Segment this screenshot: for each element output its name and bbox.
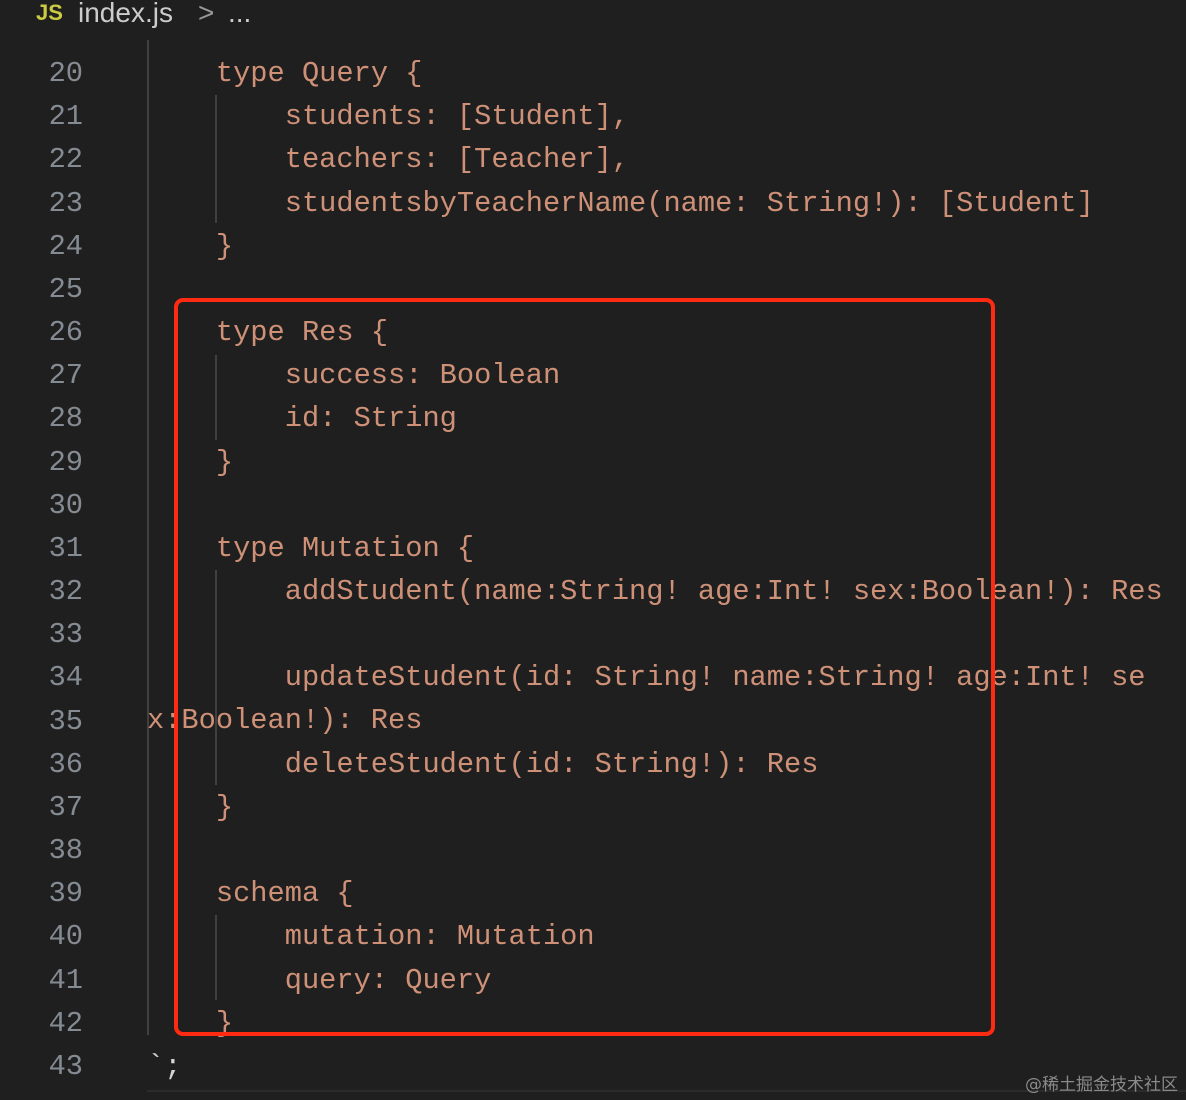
code-text[interactable]: } [147, 225, 1177, 268]
breadcrumb-file[interactable]: index.js [78, 0, 173, 32]
code-text[interactable]: studentsbyTeacherName(name: String!): [S… [147, 182, 1177, 225]
line-number: 39 [48, 877, 83, 911]
line-number: 28 [48, 402, 83, 436]
line-number: 20 [48, 57, 83, 90]
line-number: 22 [48, 143, 83, 177]
breadcrumb-more[interactable]: ... [228, 0, 251, 32]
code-line[interactable]: 23 studentsbyTeacherName(name: String!):… [0, 182, 1186, 225]
line-number: 26 [48, 316, 83, 350]
line-number: 24 [48, 229, 83, 263]
code-text[interactable]: type Query { [147, 52, 1177, 95]
line-number: 23 [48, 186, 83, 220]
line-number: 42 [48, 1006, 83, 1040]
code-line[interactable]: 22 teachers: [Teacher], [0, 138, 1186, 181]
line-number: 36 [48, 747, 83, 781]
code-text[interactable]: students: [Student], [147, 95, 1177, 138]
line-number: 25 [48, 272, 83, 306]
line-number: 32 [48, 575, 83, 609]
line-number: 43 [48, 1049, 83, 1083]
line-number: 38 [48, 834, 83, 868]
watermark: @稀土掘金技术社区 [1025, 1075, 1178, 1095]
line-number: 31 [48, 531, 83, 565]
line-number: 30 [48, 488, 83, 522]
line-number: 34 [48, 661, 83, 695]
line-number: 33 [48, 618, 83, 652]
code-text[interactable]: `; [147, 1045, 1177, 1088]
code-line[interactable]: 21 students: [Student], [0, 95, 1186, 138]
code-line[interactable]: 43 `; [0, 1045, 1186, 1088]
line-number: 41 [48, 963, 83, 997]
line-number: 35 [48, 704, 83, 738]
code-text[interactable]: teachers: [Teacher], [147, 138, 1177, 181]
highlight-box [174, 298, 995, 1036]
line-number: 40 [48, 920, 83, 954]
javascript-file-icon: JS [36, 0, 63, 25]
chevron-right-icon: > [198, 0, 215, 28]
code-line[interactable]: 20 type Query { [0, 52, 1186, 95]
code-line[interactable]: 24 } [0, 225, 1186, 268]
line-number: 29 [48, 445, 83, 479]
line-number: 37 [48, 790, 83, 824]
line-number: 21 [48, 100, 83, 134]
line-number: 27 [48, 359, 83, 393]
breadcrumb: JS index.js > ... [0, 0, 1186, 38]
